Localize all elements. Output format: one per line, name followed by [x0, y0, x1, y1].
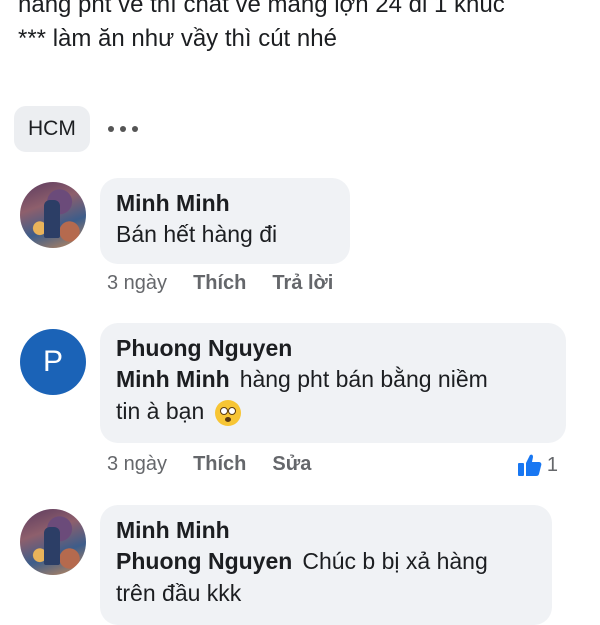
comment-actions: 3 ngày Thích Trả lời	[107, 272, 359, 295]
comment-time[interactable]: 3 ngày	[107, 453, 167, 476]
comment-bubble: Minh Minh Phuong Nguyen Chúc b bị xả hàng…	[100, 505, 552, 625]
comment-text: trên đầu kkk	[116, 580, 242, 606]
comment-bubble: Minh Minh Bán hết hàng đi	[100, 178, 350, 264]
comment-author[interactable]: Minh Minh	[116, 515, 536, 545]
avatar[interactable]	[20, 182, 86, 248]
mention-link[interactable]: Minh Minh	[116, 366, 230, 392]
avatar[interactable]	[20, 509, 86, 575]
comment-text-part: hàng pht bán bằng niềm	[239, 366, 488, 392]
avatar[interactable]: P	[20, 329, 86, 395]
reaction-count: 1	[546, 453, 558, 476]
comment-bubble: Phuong Nguyen Minh Minh hàng pht bán bằng…	[100, 323, 566, 443]
comment-text: Minh Minh hàng pht bán bằng niềm	[116, 363, 550, 395]
comment-text-part: Chúc b bị xả hàng	[302, 548, 488, 574]
comment-author[interactable]: Minh Minh	[116, 188, 334, 218]
mention-link[interactable]: Phuong Nguyen	[116, 548, 292, 574]
post-text-line: *** làm ăn như vầy thì cút nhé	[18, 25, 337, 52]
like-button[interactable]: Thích	[193, 453, 246, 476]
flushed-face-icon	[214, 399, 241, 426]
like-button[interactable]: Thích	[193, 272, 246, 295]
avatar-letter: P	[42, 345, 63, 378]
comment-text: tin à bạn	[116, 395, 550, 427]
comment-author[interactable]: Phuong Nguyen	[116, 333, 550, 363]
post-body: hàng pht về thì chắt về máng lợn 24 đi 1…	[18, 0, 588, 56]
post-tag-row: HCM	[14, 106, 138, 152]
thumbs-up-icon	[517, 454, 542, 476]
edit-button[interactable]: Sửa	[272, 453, 311, 476]
more-options-icon[interactable]	[107, 106, 138, 152]
reaction-summary[interactable]: 1	[517, 453, 558, 477]
comment-actions: 3 ngày Thích Sửa	[107, 453, 337, 476]
comment-text-part: tin à bạn	[116, 398, 205, 424]
comment-text: Bán hết hàng đi	[116, 221, 278, 247]
comment-text: Phuong Nguyen Chúc b bị xả hàng	[116, 545, 536, 577]
reply-button[interactable]: Trả lời	[272, 272, 333, 295]
location-tag[interactable]: HCM	[14, 106, 90, 152]
post-text-line: hàng pht về thì chắt về máng lợn 24 đi 1…	[18, 0, 505, 18]
comment-time[interactable]: 3 ngày	[107, 272, 167, 295]
